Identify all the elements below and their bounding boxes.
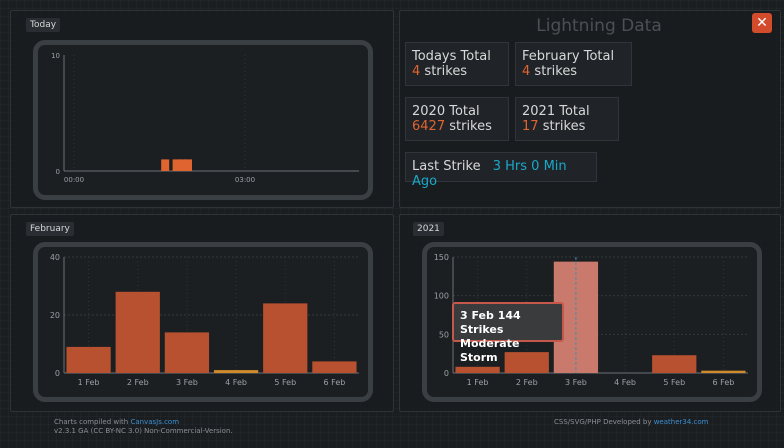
x-tick-label: 2 Feb xyxy=(516,378,538,387)
x-tick-label: 5 Feb xyxy=(274,378,296,387)
footer-right-prefix: CSS/SVG/PHP Developed by xyxy=(554,418,654,426)
today-chart-frame: 0 10 00:00 03:00 xyxy=(33,40,373,200)
weather34-link[interactable]: weather34.com xyxy=(654,418,709,426)
total-2020-unit: strikes xyxy=(449,119,492,134)
bar-1-feb xyxy=(455,366,500,373)
x-tick-label: 3 Feb xyxy=(565,378,587,387)
todays-total-label: Todays Total xyxy=(412,49,491,64)
total-2020-label: 2020 Total xyxy=(412,104,480,119)
x-tick-label: 00:00 xyxy=(64,176,84,184)
bar-5-feb xyxy=(652,355,697,373)
y-tick-label: 100 xyxy=(434,292,449,301)
total-2021-unit: strikes xyxy=(542,119,586,134)
x-tick-label: 1 Feb xyxy=(78,378,100,387)
february-chart: 0 20 40 1 Feb 2 Feb 3 Feb 4 Feb 5 Feb 6 Feb xyxy=(50,253,359,387)
february-total-card: February Total 4 strikes xyxy=(515,42,632,86)
x-tick-label: 2 Feb xyxy=(127,378,149,387)
february-total-label: February Total xyxy=(522,49,615,64)
x-tick-label: 6 Feb xyxy=(324,378,346,387)
footer-right: CSS/SVG/PHP Developed by weather34.com xyxy=(554,418,708,426)
y-tick-label: 0 xyxy=(444,369,449,378)
bar-1-feb xyxy=(66,346,111,373)
close-button[interactable]: ✕ xyxy=(752,13,772,33)
total-2021-card: 2021 Total 17 strikes xyxy=(515,97,619,141)
february-total-value: 4 xyxy=(522,64,531,79)
footer-left-prefix: Charts compiled with xyxy=(54,418,131,426)
todays-total-value: 4 xyxy=(412,64,421,79)
total-2020-value: 6427 xyxy=(412,119,446,134)
last-strike-card: Last Strike 3 Hrs 0 Min Ago xyxy=(405,152,597,189)
y-tick-label: 0 xyxy=(56,168,60,176)
y-tick-label: 10 xyxy=(51,52,60,60)
x-tick-label: 3 Feb xyxy=(176,378,198,387)
y-tick-label: 40 xyxy=(50,253,60,262)
today-chart: 0 10 00:00 03:00 xyxy=(51,52,359,184)
y-tick-label: 50 xyxy=(439,330,449,339)
canvasjs-link[interactable]: CanvasJs.com xyxy=(130,418,179,426)
x-tick-label: 4 Feb xyxy=(614,378,636,387)
todays-total-card: Todays Total 4 strikes xyxy=(405,42,509,86)
tooltip-line2: Moderate Storm xyxy=(460,337,520,364)
x-tick-label: 03:00 xyxy=(235,176,255,184)
x-tick-label: 6 Feb xyxy=(713,378,735,387)
y-tick-label: 20 xyxy=(50,311,60,320)
todays-total-unit: strikes xyxy=(424,64,468,79)
footer-left-line2: v2.3.1 GA (CC BY-NC 3.0) Non-Commercial-… xyxy=(54,427,233,435)
total-2021-value: 17 xyxy=(522,119,539,134)
total-2020-card: 2020 Total 6427 strikes xyxy=(405,97,509,141)
y-tick-label: 150 xyxy=(434,253,449,262)
year-panel-title: 2021 xyxy=(413,222,444,236)
bar-6-feb xyxy=(312,361,357,373)
strike-bar xyxy=(161,159,170,171)
x-tick-label: 1 Feb xyxy=(467,378,489,387)
x-tick-label: 4 Feb xyxy=(225,378,247,387)
february-chart-frame: 0 20 40 1 Feb 2 Feb 3 Feb 4 Feb 5 Feb 6 Feb xyxy=(33,242,373,402)
today-panel-title: Today xyxy=(26,18,61,32)
y-tick-label: 0 xyxy=(55,369,60,378)
chart-tooltip: 3 Feb 144 Strikes Moderate Storm xyxy=(452,302,564,364)
bar-6-feb xyxy=(701,370,746,373)
lightning-title: Lightning Data xyxy=(536,16,662,36)
bar-2-feb xyxy=(115,291,160,373)
february-total-unit: strikes xyxy=(534,64,578,79)
x-tick-label: 5 Feb xyxy=(663,378,685,387)
bar-3-feb xyxy=(164,332,210,373)
bar-4-feb xyxy=(213,370,259,373)
last-strike-label: Last Strike xyxy=(412,159,481,174)
strike-bar xyxy=(184,159,192,171)
footer-left: Charts compiled with CanvasJs.com v2.3.1… xyxy=(54,418,233,436)
tooltip-line1: 3 Feb 144 Strikes xyxy=(460,309,521,336)
february-panel-title: February xyxy=(26,222,74,236)
total-2021-label: 2021 Total xyxy=(522,104,590,119)
bar-5-feb xyxy=(263,303,308,373)
